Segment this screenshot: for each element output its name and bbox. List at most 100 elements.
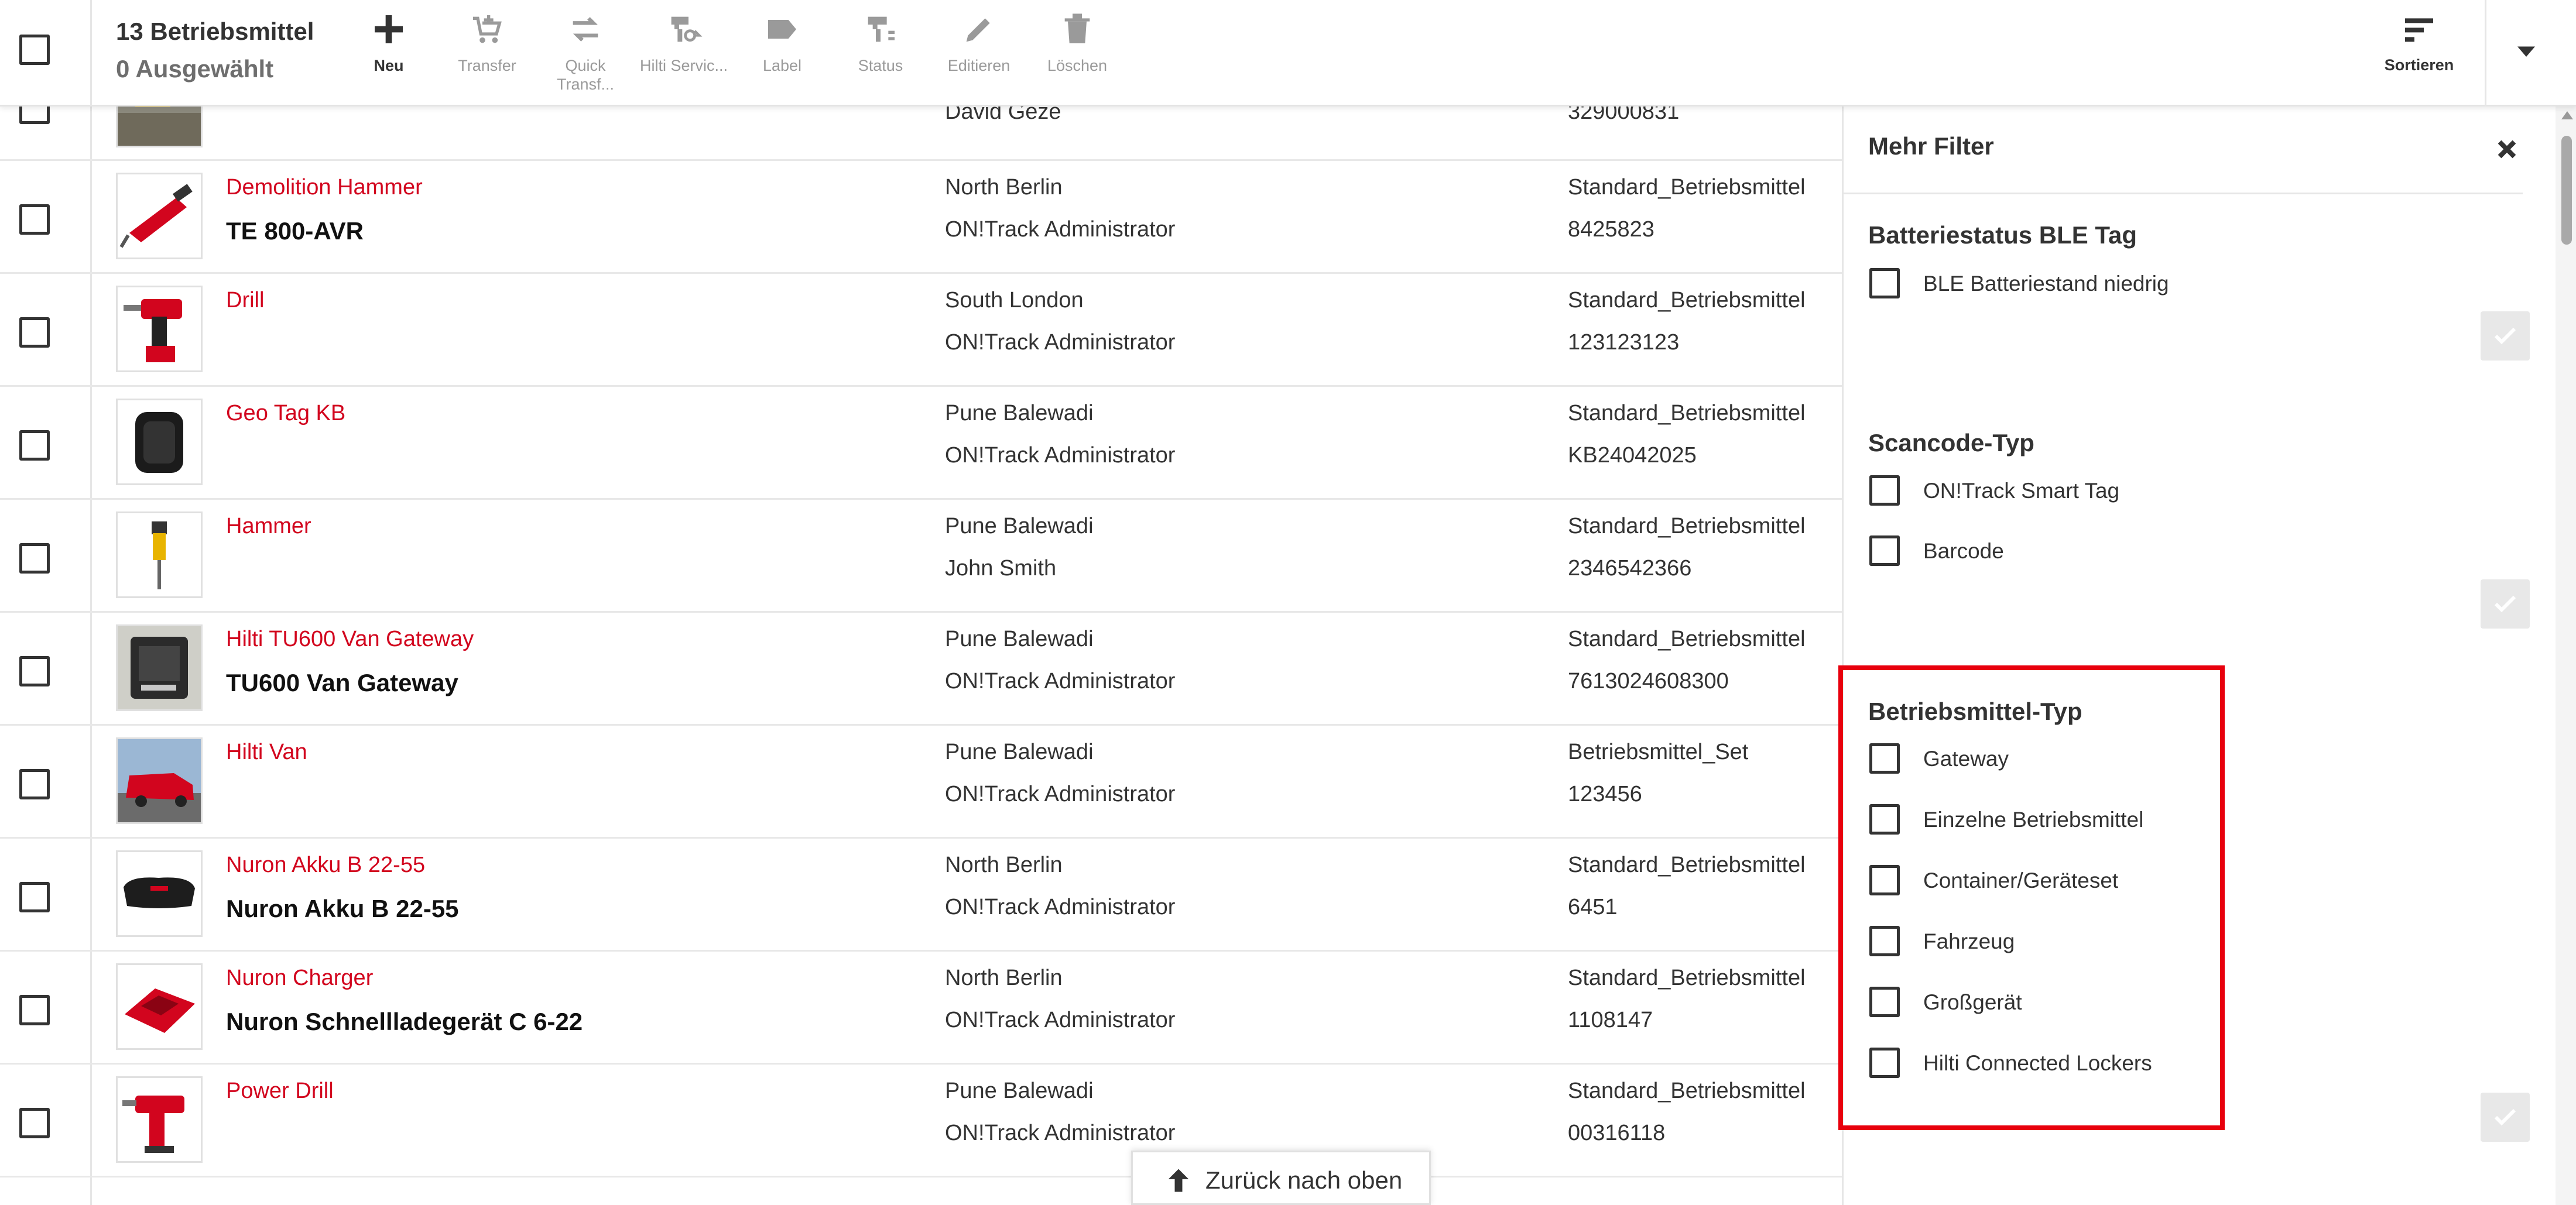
back-to-top-label: Zurück nach oben bbox=[1205, 1166, 1403, 1194]
transfer-button[interactable]: Transfer bbox=[438, 11, 536, 98]
asset-name[interactable]: Nuron Akku B 22-55 bbox=[226, 853, 425, 878]
row-checkbox[interactable] bbox=[19, 430, 50, 461]
table-row[interactable]: Hammer Pune Balewadi John Smith Standard… bbox=[0, 500, 1842, 613]
asset-number: KB24042025 bbox=[1568, 443, 1697, 468]
asset-thumbnail bbox=[116, 511, 203, 598]
table-row[interactable]: Power Drill Pune Balewadi ON!Track Admin… bbox=[0, 1065, 1842, 1177]
filter-checkbox[interactable] bbox=[1869, 268, 1900, 298]
arrow-up-icon bbox=[1168, 1169, 1189, 1192]
asset-number: 123123123 bbox=[1568, 330, 1680, 355]
filter-option-label: Großgerät bbox=[1923, 990, 2022, 1014]
check-icon bbox=[2494, 327, 2516, 345]
quick-transfer-button[interactable]: Quick Transf... bbox=[536, 11, 635, 98]
asset-name[interactable]: Drill bbox=[226, 288, 264, 313]
asset-name[interactable]: Geo Tag KB bbox=[226, 401, 345, 426]
filter-option-label: Einzelne Betriebsmittel bbox=[1923, 808, 2144, 832]
filter-checkbox[interactable] bbox=[1869, 535, 1900, 566]
apply-ble-filter-button[interactable] bbox=[2481, 311, 2530, 361]
panel-scrollbar[interactable] bbox=[2556, 107, 2576, 1205]
table-row[interactable]: Geo Tag KB Pune Balewadi ON!Track Admini… bbox=[0, 387, 1842, 500]
asset-name[interactable]: Nuron Charger bbox=[226, 966, 373, 991]
filter-checkbox[interactable] bbox=[1869, 865, 1900, 895]
toolbar: 13 Betriebsmittel 0 Ausgewählt Neu Trans… bbox=[0, 0, 2576, 107]
filter-group-scancode-type: Scancode-Typ bbox=[1868, 429, 2034, 456]
row-checkbox[interactable] bbox=[19, 995, 50, 1025]
asset-number: 7613024608300 bbox=[1568, 669, 1729, 694]
asset-name[interactable]: Hilti TU600 Van Gateway bbox=[226, 627, 474, 652]
tag-icon bbox=[768, 20, 796, 39]
asset-number: 329000831 bbox=[1568, 107, 1680, 124]
asset-template: Standard_Betriebsmittel bbox=[1568, 288, 1806, 313]
construction-site-image bbox=[118, 107, 201, 146]
asset-responsible: John Smith bbox=[945, 556, 1057, 581]
delete-button[interactable]: Löschen bbox=[1028, 11, 1126, 98]
chevron-down-icon[interactable] bbox=[2509, 36, 2544, 66]
table-row[interactable]: Drill South London ON!Track Administrato… bbox=[0, 274, 1842, 387]
row-checkbox[interactable] bbox=[19, 317, 50, 348]
scroll-up-arrow[interactable] bbox=[2561, 111, 2573, 119]
asset-thumbnail bbox=[116, 1076, 203, 1163]
scroll-thumb[interactable] bbox=[2561, 136, 2572, 245]
label-button[interactable]: Label bbox=[733, 11, 831, 98]
drill-status-icon bbox=[868, 16, 895, 42]
van-gateway-image bbox=[118, 626, 201, 709]
table-row[interactable]: Demolition Hammer TE 800-AVR North Berli… bbox=[0, 161, 1842, 274]
table-row[interactable]: Hilti Van Pune Balewadi ON!Track Adminis… bbox=[0, 726, 1842, 839]
asset-model: TE 800-AVR bbox=[226, 217, 364, 245]
asset-template: Betriebsmittel_Set bbox=[1568, 740, 1749, 764]
back-to-top-button[interactable]: Zurück nach oben bbox=[1131, 1151, 1431, 1205]
filter-checkbox[interactable] bbox=[1869, 1048, 1900, 1078]
filter-option-label: Barcode bbox=[1923, 539, 2004, 563]
filter-checkbox[interactable] bbox=[1869, 926, 1900, 956]
row-checkbox[interactable] bbox=[19, 204, 50, 235]
row-checkbox[interactable] bbox=[19, 107, 50, 124]
asset-name[interactable]: Demolition Hammer bbox=[226, 175, 423, 200]
van-image bbox=[118, 739, 201, 822]
table-row[interactable]: Hilti TU600 Van Gateway TU600 Van Gatewa… bbox=[0, 613, 1842, 726]
asset-responsible: ON!Track Administrator bbox=[945, 330, 1176, 355]
table-row[interactable]: David Geze 329000831 bbox=[0, 107, 1842, 161]
row-checkbox[interactable] bbox=[19, 1108, 50, 1138]
table-row[interactable]: Nuron Charger Nuron Schnellladegerät C 6… bbox=[0, 952, 1842, 1065]
swap-arrows-icon bbox=[573, 17, 598, 42]
new-button[interactable]: Neu bbox=[340, 11, 438, 98]
new-button-label: Neu bbox=[374, 57, 404, 74]
asset-thumbnail bbox=[116, 963, 203, 1050]
quick-transfer-button-label: Quick Transf... bbox=[556, 57, 615, 93]
asset-name[interactable]: Power Drill bbox=[226, 1079, 334, 1104]
row-checkbox[interactable] bbox=[19, 882, 50, 912]
row-checkbox[interactable] bbox=[19, 543, 50, 574]
row-checkbox[interactable] bbox=[19, 769, 50, 799]
asset-number: 6451 bbox=[1568, 895, 1618, 919]
asset-name[interactable]: Hilti Van bbox=[226, 740, 307, 765]
table-row[interactable]: Nuron Akku B 22-55 Nuron Akku B 22-55 No… bbox=[0, 839, 1842, 952]
asset-responsible: ON!Track Administrator bbox=[945, 669, 1176, 694]
row-checkbox[interactable] bbox=[19, 656, 50, 686]
asset-responsible: ON!Track Administrator bbox=[945, 217, 1176, 242]
asset-thumbnail bbox=[116, 850, 203, 937]
select-all-checkbox[interactable] bbox=[19, 35, 50, 65]
close-icon[interactable] bbox=[2493, 136, 2520, 163]
sort-button-label: Sortieren bbox=[2384, 56, 2454, 74]
asset-name[interactable]: Hammer bbox=[226, 514, 311, 539]
filter-checkbox[interactable] bbox=[1869, 987, 1900, 1017]
sort-button[interactable]: Sortieren bbox=[2372, 11, 2466, 98]
asset-responsible: ON!Track Administrator bbox=[945, 782, 1176, 806]
filter-option-label: Gateway bbox=[1923, 747, 2009, 771]
filter-option-label: Fahrzeug bbox=[1923, 929, 2015, 953]
edit-button[interactable]: Editieren bbox=[930, 11, 1028, 98]
asset-template: Standard_Betriebsmittel bbox=[1568, 966, 1806, 990]
status-button[interactable]: Status bbox=[831, 11, 930, 98]
asset-location: North Berlin bbox=[945, 853, 1063, 877]
filter-checkbox[interactable] bbox=[1869, 804, 1900, 835]
filter-panel-header: Mehr Filter bbox=[1844, 107, 2523, 194]
hilti-service-button[interactable]: Hilti Servic... bbox=[635, 11, 733, 98]
filter-checkbox[interactable] bbox=[1869, 475, 1900, 506]
asset-template: Standard_Betriebsmittel bbox=[1568, 853, 1806, 877]
filter-group-asset-type: Betriebsmittel-Typ bbox=[1868, 698, 2082, 725]
filter-option-label: ON!Track Smart Tag bbox=[1923, 479, 2120, 503]
asset-thumbnail bbox=[116, 173, 203, 259]
apply-scancode-filter-button[interactable] bbox=[2481, 579, 2530, 629]
filter-checkbox[interactable] bbox=[1869, 743, 1900, 774]
apply-asset-type-filter-button[interactable] bbox=[2481, 1093, 2530, 1142]
